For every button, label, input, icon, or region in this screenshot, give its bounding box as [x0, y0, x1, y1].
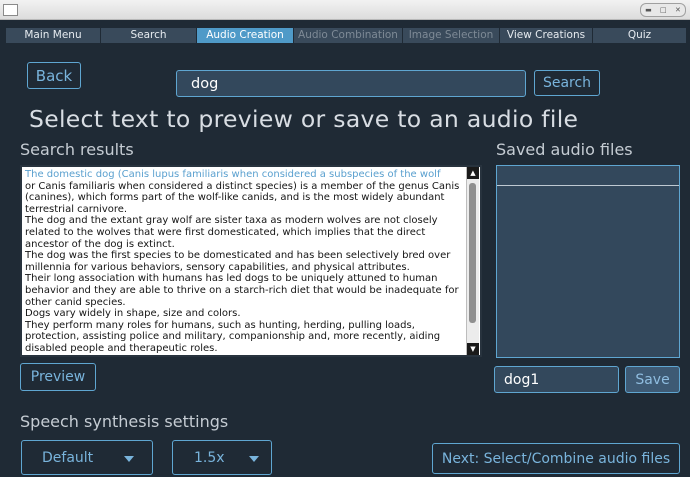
- window-controls[interactable]: ▬ □ ✕: [640, 3, 686, 17]
- speech-settings-label: Speech synthesis settings: [20, 412, 229, 431]
- chevron-down-icon: [249, 456, 259, 462]
- saved-audio-list[interactable]: [496, 165, 680, 358]
- tab-image-selection: Image Selection: [403, 28, 499, 43]
- tab-search[interactable]: Search: [101, 28, 196, 43]
- tab-audio-combination: Audio Combination: [294, 28, 402, 43]
- saved-audio-label: Saved audio files: [496, 140, 633, 159]
- maximize-icon[interactable]: □: [660, 6, 667, 14]
- search-results-label: Search results: [20, 140, 134, 159]
- next-button[interactable]: Next: Select/Combine audio files: [432, 443, 680, 474]
- result-paragraph: Dogs vary widely in shape, size and colo…: [25, 308, 241, 320]
- result-paragraph: or Canis familiaris when considered a di…: [25, 180, 460, 215]
- search-results-text: The domestic dog (Canis lupus familiaris…: [25, 169, 464, 355]
- save-button[interactable]: Save: [625, 366, 680, 393]
- result-paragraph: The dog was the first species to be dome…: [25, 250, 451, 273]
- tab-view-creations[interactable]: View Creations: [500, 28, 592, 43]
- minimize-icon[interactable]: ▬: [645, 6, 652, 14]
- tab-audio-creation[interactable]: Audio Creation: [197, 28, 293, 43]
- search-input[interactable]: dog: [176, 70, 526, 97]
- scroll-down-icon[interactable]: ▼: [467, 343, 479, 355]
- filename-input[interactable]: dog1: [494, 366, 619, 393]
- close-icon[interactable]: ✕: [675, 6, 681, 14]
- scroll-thumb[interactable]: [469, 183, 476, 323]
- tab-main-menu[interactable]: Main Menu: [6, 28, 100, 43]
- saved-list-selection[interactable]: [497, 166, 679, 186]
- tab-quiz[interactable]: Quiz: [593, 28, 686, 43]
- result-paragraph: Their long association with humans has l…: [25, 273, 459, 308]
- scroll-up-icon[interactable]: ▲: [467, 167, 479, 179]
- preview-button[interactable]: Preview: [20, 363, 96, 391]
- results-scrollbar[interactable]: ▲ ▼: [466, 167, 479, 355]
- search-button[interactable]: Search: [534, 70, 600, 96]
- back-button[interactable]: Back: [27, 62, 81, 89]
- result-paragraph: They perform many roles for humans, such…: [25, 319, 441, 354]
- result-paragraph: The dog and the extant gray wolf are sis…: [25, 215, 438, 250]
- voice-dropdown[interactable]: Default: [21, 440, 153, 475]
- window-icon: [3, 4, 18, 16]
- speed-value: 1.5x: [194, 449, 225, 466]
- selected-text: The domestic dog (Canis lupus familiaris…: [25, 169, 441, 180]
- page-heading: Select text to preview or save to an aud…: [29, 105, 579, 133]
- speed-dropdown[interactable]: 1.5x: [172, 440, 272, 475]
- chevron-down-icon: [124, 456, 134, 462]
- tab-bar: Main Menu Search Audio Creation Audio Co…: [6, 28, 687, 43]
- search-results-textarea[interactable]: The domestic dog (Canis lupus familiaris…: [20, 165, 482, 357]
- window-titlebar: ▬ □ ✕: [0, 0, 690, 20]
- voice-value: Default: [42, 449, 94, 466]
